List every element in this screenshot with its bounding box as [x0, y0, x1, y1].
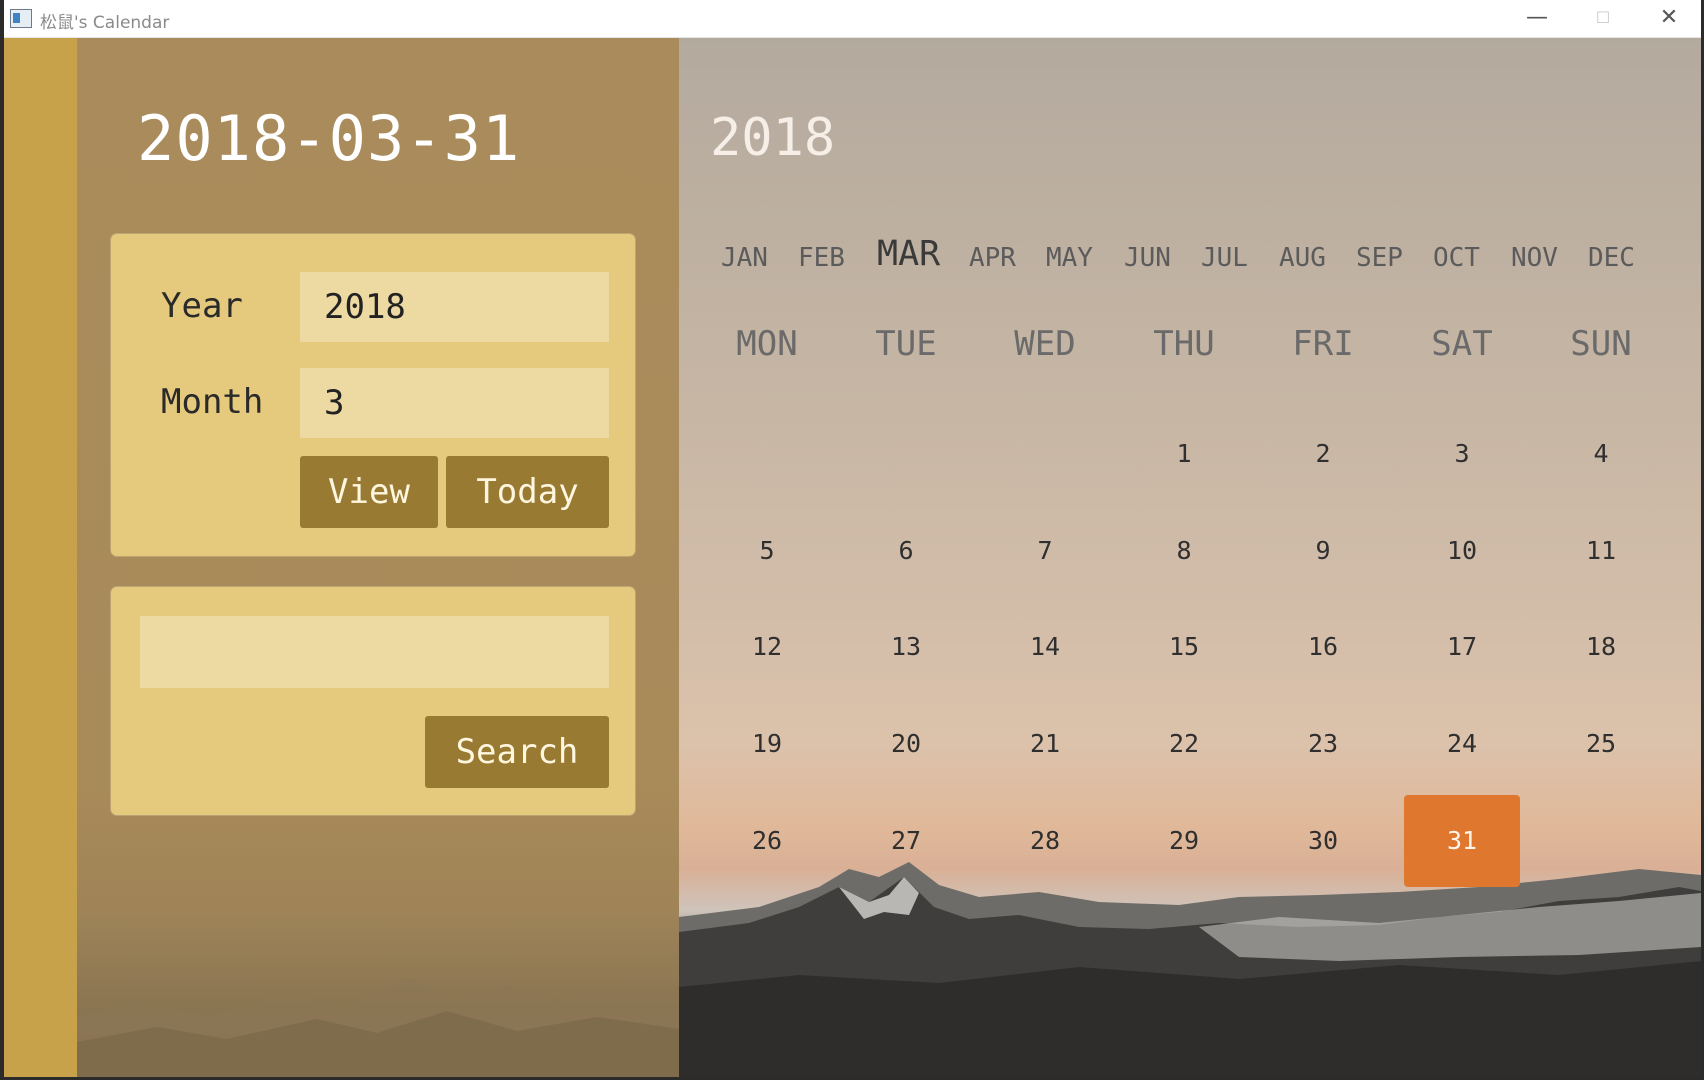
close-button[interactable]: ✕	[1636, 0, 1701, 37]
day-cell[interactable]: 4	[1543, 408, 1659, 500]
day-cell[interactable]: 25	[1543, 698, 1659, 790]
view-button[interactable]: View	[300, 456, 438, 528]
day-cell[interactable]: 12	[709, 601, 825, 693]
day-cell[interactable]: 19	[709, 698, 825, 790]
calendar-year: 2018	[710, 108, 836, 168]
day-cell[interactable]: 6	[848, 505, 964, 597]
month-jul[interactable]: JUL	[1201, 243, 1248, 273]
window-title: 松鼠's Calendar	[40, 13, 170, 33]
day-cell[interactable]: 26	[709, 795, 825, 887]
weekday-fri: FRI	[1292, 324, 1354, 364]
day-cell[interactable]: 13	[848, 601, 964, 693]
day-cell[interactable]: 8	[1126, 505, 1242, 597]
day-cell[interactable]: 9	[1265, 505, 1381, 597]
month-oct[interactable]: OCT	[1433, 243, 1480, 273]
month-label: Month	[161, 382, 264, 422]
day-cell[interactable]: 2	[1265, 408, 1381, 500]
title-bar[interactable]: 松鼠's Calendar — ☐ ✕	[4, 0, 1701, 38]
day-cell-selected[interactable]: 31	[1404, 795, 1520, 887]
side-stripe	[4, 38, 77, 1077]
day-cell[interactable]: 11	[1543, 505, 1659, 597]
maximize-button[interactable]: ☐	[1570, 0, 1636, 37]
month-feb[interactable]: FEB	[798, 243, 845, 273]
month-nov[interactable]: NOV	[1511, 243, 1558, 273]
weekday-mon: MON	[736, 324, 798, 364]
month-input[interactable]	[300, 368, 609, 438]
weekday-sat: SAT	[1431, 324, 1493, 364]
today-button[interactable]: Today	[446, 456, 609, 528]
weekday-sun: SUN	[1570, 324, 1632, 364]
day-cell[interactable]: 3	[1404, 408, 1520, 500]
year-label: Year	[161, 286, 243, 326]
day-cell[interactable]: 28	[987, 795, 1103, 887]
weekday-thu: THU	[1153, 324, 1215, 364]
weekday-wed: WED	[1014, 324, 1076, 364]
day-cell[interactable]: 7	[987, 505, 1103, 597]
month-mar[interactable]: MAR	[877, 234, 940, 274]
day-cell[interactable]: 17	[1404, 601, 1520, 693]
weekday-tue: TUE	[875, 324, 937, 364]
date-form-card: Year Month View Today	[111, 234, 635, 556]
day-cell[interactable]: 18	[1543, 601, 1659, 693]
app-window: 松鼠's Calendar — ☐ ✕ 2018-03-31 Year Mont…	[4, 0, 1701, 1077]
day-cell[interactable]: 10	[1404, 505, 1520, 597]
day-cell[interactable]: 20	[848, 698, 964, 790]
app-icon	[10, 9, 32, 28]
day-cell[interactable]: 27	[848, 795, 964, 887]
month-aug[interactable]: AUG	[1279, 243, 1326, 273]
day-cell[interactable]: 5	[709, 505, 825, 597]
month-jun[interactable]: JUN	[1124, 243, 1171, 273]
day-cell[interactable]: 24	[1404, 698, 1520, 790]
day-cell[interactable]: 16	[1265, 601, 1381, 693]
day-cell[interactable]: 23	[1265, 698, 1381, 790]
search-card: Search	[111, 587, 635, 815]
year-input[interactable]	[300, 272, 609, 342]
day-cell[interactable]: 15	[1126, 601, 1242, 693]
month-sep[interactable]: SEP	[1356, 243, 1403, 273]
left-panel: 2018-03-31 Year Month View Today Search	[77, 38, 679, 1077]
mountain-backdrop	[77, 977, 679, 1077]
day-cell[interactable]: 30	[1265, 795, 1381, 887]
month-may[interactable]: MAY	[1046, 243, 1093, 273]
month-dec[interactable]: DEC	[1588, 243, 1635, 273]
search-button[interactable]: Search	[425, 716, 609, 788]
selected-date: 2018-03-31	[137, 102, 521, 175]
month-apr[interactable]: APR	[969, 243, 1016, 273]
day-cell[interactable]: 29	[1126, 795, 1242, 887]
day-cell[interactable]: 22	[1126, 698, 1242, 790]
mountain-background	[679, 862, 1701, 1077]
day-cell[interactable]: 14	[987, 601, 1103, 693]
day-cell[interactable]: 1	[1126, 408, 1242, 500]
client-area: 2018-03-31 Year Month View Today Search	[4, 38, 1701, 1077]
month-jan[interactable]: JAN	[721, 243, 768, 273]
day-cell[interactable]: 21	[987, 698, 1103, 790]
search-input[interactable]	[140, 616, 609, 688]
minimize-button[interactable]: —	[1504, 0, 1570, 37]
calendar-panel: 2018 JAN FEB MAR APR MAY JUN JUL AUG SEP OCT NOV DE…	[679, 38, 1701, 1077]
